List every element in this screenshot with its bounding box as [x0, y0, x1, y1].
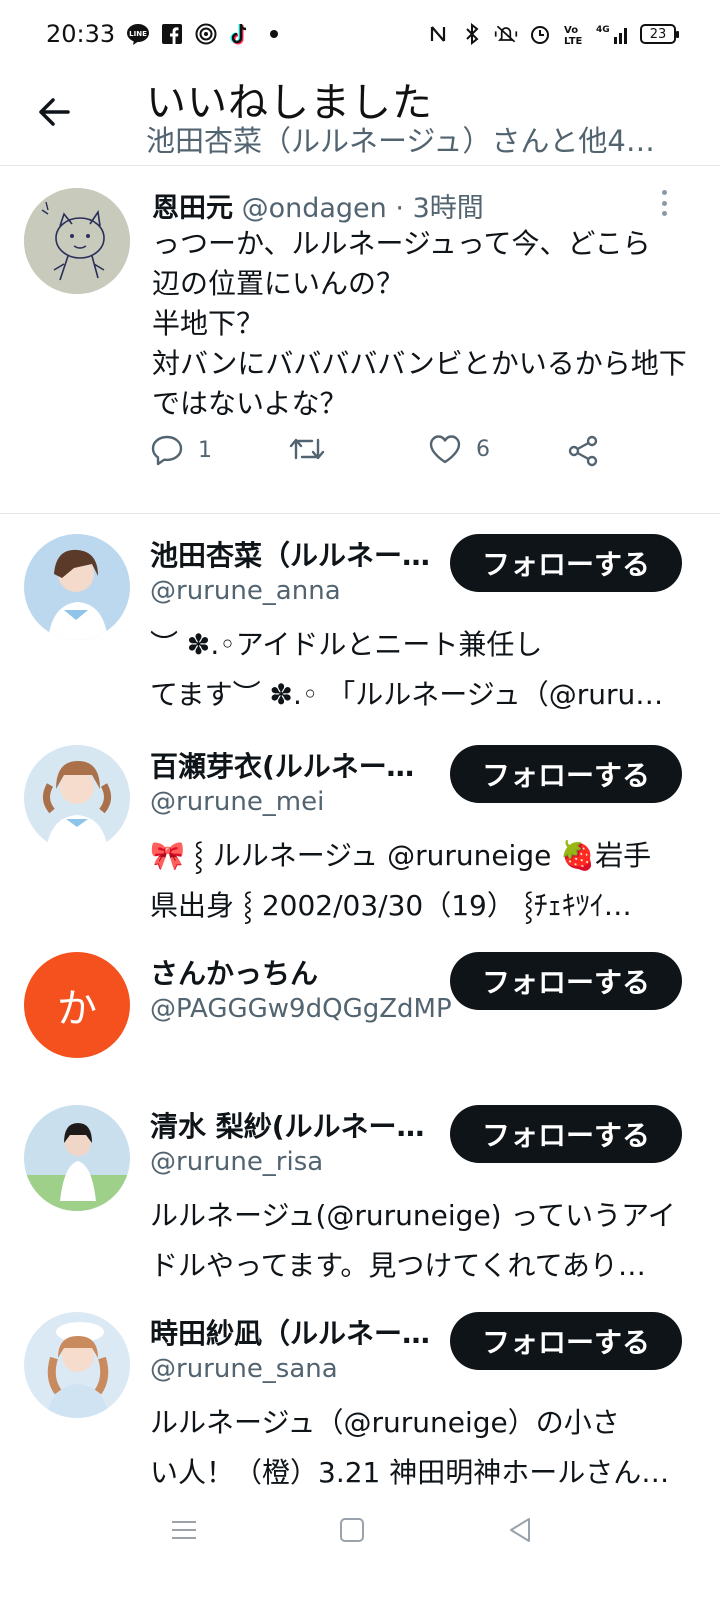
user-name: 時田紗凪（ルルネー…	[150, 1317, 431, 1350]
user-bio: ルルネージュ(@ruruneige) っていうアイ ドルやってます。見つけてくれ…	[150, 1191, 680, 1291]
status-left-icons: LINE	[126, 22, 286, 46]
reply-icon	[151, 435, 183, 466]
more-options-icon[interactable]	[652, 188, 676, 218]
share-icon	[568, 435, 598, 467]
battery-icon: 23	[640, 24, 679, 44]
facebook-icon	[160, 22, 184, 46]
tweet-author-handle[interactable]: @ondagen	[242, 193, 387, 224]
home-square-icon[interactable]	[332, 1510, 372, 1550]
retweet-button[interactable]	[288, 434, 340, 464]
avatar[interactable]	[24, 745, 130, 851]
system-nav-bar	[0, 1490, 720, 1600]
tweet-separator: ·	[395, 193, 404, 224]
nfc-icon	[426, 22, 450, 46]
follow-button[interactable]: フォローする	[450, 1105, 682, 1163]
user-name: 清水 梨紗(ルルネー…	[150, 1110, 425, 1143]
follow-button[interactable]: フォローする	[450, 1312, 682, 1370]
signal-4g-icon: 4G	[596, 22, 630, 46]
follow-button[interactable]: フォローする	[450, 534, 682, 592]
user-name: 百瀬芽衣(ルルネージ…	[150, 750, 440, 783]
arrow-left-icon	[39, 98, 70, 126]
avatar[interactable]	[24, 1312, 130, 1418]
avatar[interactable]: か	[24, 952, 130, 1058]
user-bio: ︶ ✽.◦アイドルとニート兼任し てます︶ ✽.◦ 「ルルネージュ（@ruru…	[150, 620, 680, 720]
share-button[interactable]	[566, 434, 600, 468]
avatar[interactable]	[24, 534, 130, 640]
alarm-icon	[528, 22, 552, 46]
user-name: さんかっちん	[150, 957, 319, 990]
like-button[interactable]: 6	[428, 434, 490, 464]
bio-line: 県出身 ⸾ 2002/03/30（19） ⸾ﾁｪｷﾂｲ…	[150, 889, 632, 922]
tweet-time[interactable]: 3時間	[413, 193, 484, 224]
dot-icon	[262, 22, 286, 46]
like-count: 6	[476, 436, 490, 462]
vibrate-mute-icon	[494, 22, 518, 46]
volte-icon: Vo LTE	[562, 22, 586, 46]
user-name: 池田杏菜（ルルネー…	[150, 539, 431, 572]
tweet-text: っつーか、ルルネージュって今、どこら 辺の位置にいんの？ 半地下？ 対バンにババ…	[152, 224, 697, 424]
back-button[interactable]	[32, 90, 76, 134]
reply-count: 1	[198, 437, 212, 463]
svg-text:LINE: LINE	[129, 30, 147, 38]
bio-line: てます︶ ✽.◦ 「ルルネージュ（@ruru…	[150, 678, 664, 711]
page-subtitle: 池田杏菜（ルルネージュ）さんと他4…	[146, 124, 655, 158]
tweet-line: 辺の位置にいんの？	[152, 267, 405, 300]
bluetooth-icon	[460, 22, 484, 46]
tweet[interactable]: 恩田元 @ondagen · 3時間 っつーか、ルルネージュって今、どこら 辺の…	[0, 166, 720, 514]
avatar[interactable]	[24, 1105, 130, 1211]
user-bio: 🎀 ⸾ ルルネージュ @ruruneige 🍓岩手 県出身 ⸾ 2002/03/…	[150, 831, 680, 931]
tweet-line: ではないよな？	[152, 387, 348, 420]
user-handle: @rurune_sana	[150, 1354, 338, 1384]
user-handle: @rurune_mei	[150, 787, 325, 817]
back-triangle-icon[interactable]	[500, 1510, 540, 1550]
follow-button[interactable]: フォローする	[450, 745, 682, 803]
heart-icon	[429, 435, 461, 464]
bio-line: ︶ ✽.◦アイドルとニート兼任し	[150, 628, 543, 661]
avatar[interactable]	[24, 188, 130, 294]
tweet-line: 半地下？	[152, 307, 265, 340]
user-bio: ルルネージュ（@ruruneige）の小さ い人！（橙）3.21 神田明神ホール…	[150, 1398, 680, 1498]
user-handle: @PAGGGw9dQGgZdMP	[150, 994, 452, 1024]
app-header: いいねしました 池田杏菜（ルルネージュ）さんと他4…	[0, 70, 720, 166]
svg-text:Vo: Vo	[564, 25, 578, 36]
retweet-icon	[289, 438, 325, 460]
svg-text:4G: 4G	[596, 25, 610, 35]
tweet-header: 恩田元 @ondagen · 3時間	[152, 186, 484, 225]
follow-button[interactable]: フォローする	[450, 952, 682, 1010]
bio-line: 🎀 ⸾ ルルネージュ @ruruneige 🍓岩手	[150, 839, 652, 872]
line-icon: LINE	[126, 22, 150, 46]
svg-text:LTE: LTE	[564, 36, 583, 45]
avatar-letter: か	[57, 986, 97, 1032]
user-handle: @rurune_risa	[150, 1147, 324, 1177]
reply-button[interactable]: 1	[150, 434, 212, 466]
menu-icon[interactable]	[164, 1510, 204, 1550]
tiktok-icon	[228, 22, 252, 46]
user-handle: @rurune_anna	[150, 576, 341, 606]
tweet-line: 対バンにバババババンビとかいるから地下	[152, 347, 687, 380]
tweet-line: っつーか、ルルネージュって今、どこら	[152, 227, 651, 260]
tweet-author-name[interactable]: 恩田元	[152, 193, 233, 224]
bio-line: ドルやってます。見つけてくれてあり…	[150, 1249, 646, 1282]
status-time: 20:33	[46, 20, 116, 48]
bio-line: ルルネージュ（@ruruneige）の小さ	[150, 1406, 620, 1439]
bio-line: ルルネージュ(@ruruneige) っていうアイ	[150, 1199, 676, 1232]
tweet-actions: 1 6	[150, 434, 620, 474]
status-bar: 20:33 LINE Vo LTE 4G 23	[0, 0, 720, 70]
status-right-icons: Vo LTE 4G 23	[426, 22, 679, 46]
hotspot-icon	[194, 22, 218, 46]
